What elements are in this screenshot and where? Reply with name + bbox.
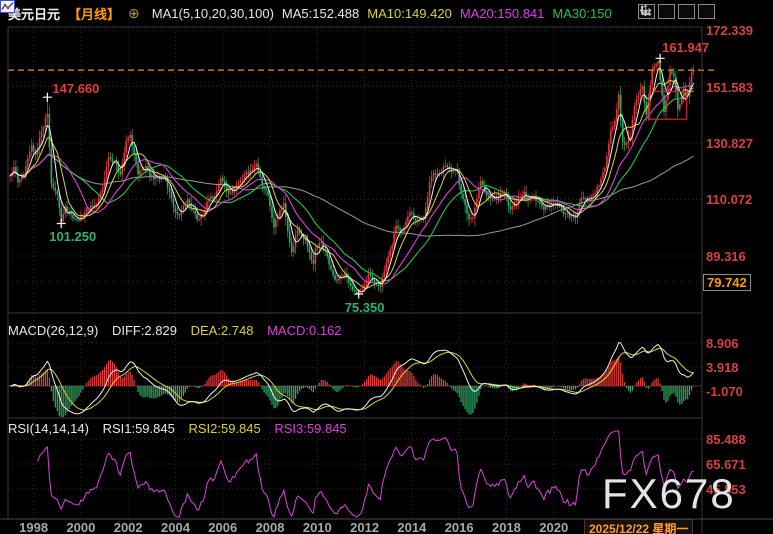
price-axis-boxed-label: 79.742 <box>703 274 751 291</box>
year-tick-label: 2004 <box>157 520 193 534</box>
rsi2-value: RSI2:59.845 <box>188 421 260 436</box>
price-tick-label: 130.827 <box>706 136 753 151</box>
extreme-price-label: 147.660 <box>52 81 99 96</box>
extreme-price-label: 161.947 <box>662 40 709 55</box>
year-tick-label: 2000 <box>63 520 99 534</box>
macd-tick-label: -1.070 <box>706 384 743 399</box>
current-date-label[interactable]: 2025/12/22 星期一 <box>584 519 693 534</box>
price-tick-label: 172.339 <box>706 23 753 38</box>
macd-macd-value: MACD:0.162 <box>267 323 341 338</box>
year-tick-label: 2008 <box>252 520 288 534</box>
macd-dea-value: DEA:2.748 <box>191 323 254 338</box>
macd-tick-label: 8.906 <box>706 336 739 351</box>
year-tick-label: 2014 <box>394 520 430 534</box>
rsi1-value: RSI1:59.845 <box>103 421 175 436</box>
price-tick-label: 151.583 <box>706 80 753 95</box>
rsi-legend: RSI(14,14,14) RSI1:59.845 RSI2:59.845 RS… <box>8 421 357 436</box>
price-tick-label: 110.072 <box>706 192 752 207</box>
macd-legend: MACD(26,12,9) DIFF:2.829 DEA:2.748 MACD:… <box>8 323 352 338</box>
year-tick-label: 2010 <box>299 520 335 534</box>
year-tick-label: 2012 <box>347 520 383 534</box>
chart-app: 美元日元 【月线】 ⊕ MA1(5,10,20,30,100) MA5:152.… <box>0 0 773 534</box>
year-tick-label: 2018 <box>488 520 524 534</box>
extreme-price-label: 75.350 <box>345 300 385 315</box>
rsi-tick-label: 85.488 <box>706 432 746 447</box>
year-tick-label: 2002 <box>110 520 146 534</box>
rsi3-value: RSI3:59.845 <box>274 421 346 436</box>
year-tick-label: 2006 <box>205 520 241 534</box>
macd-diff-value: DIFF:2.829 <box>112 323 177 338</box>
extreme-price-label: 101.250 <box>49 229 96 244</box>
macd-tick-label: 3.918 <box>706 360 739 375</box>
year-tick-label: 2016 <box>441 520 477 534</box>
rsi-title: RSI(14,14,14) <box>8 421 89 436</box>
year-tick-label: 2020 <box>536 520 572 534</box>
chart-canvas[interactable] <box>0 0 773 534</box>
watermark: FX678 <box>602 470 736 518</box>
price-tick-label: 89.316 <box>706 249 746 264</box>
macd-title: MACD(26,12,9) <box>8 323 98 338</box>
year-tick-label: 1998 <box>16 520 52 534</box>
